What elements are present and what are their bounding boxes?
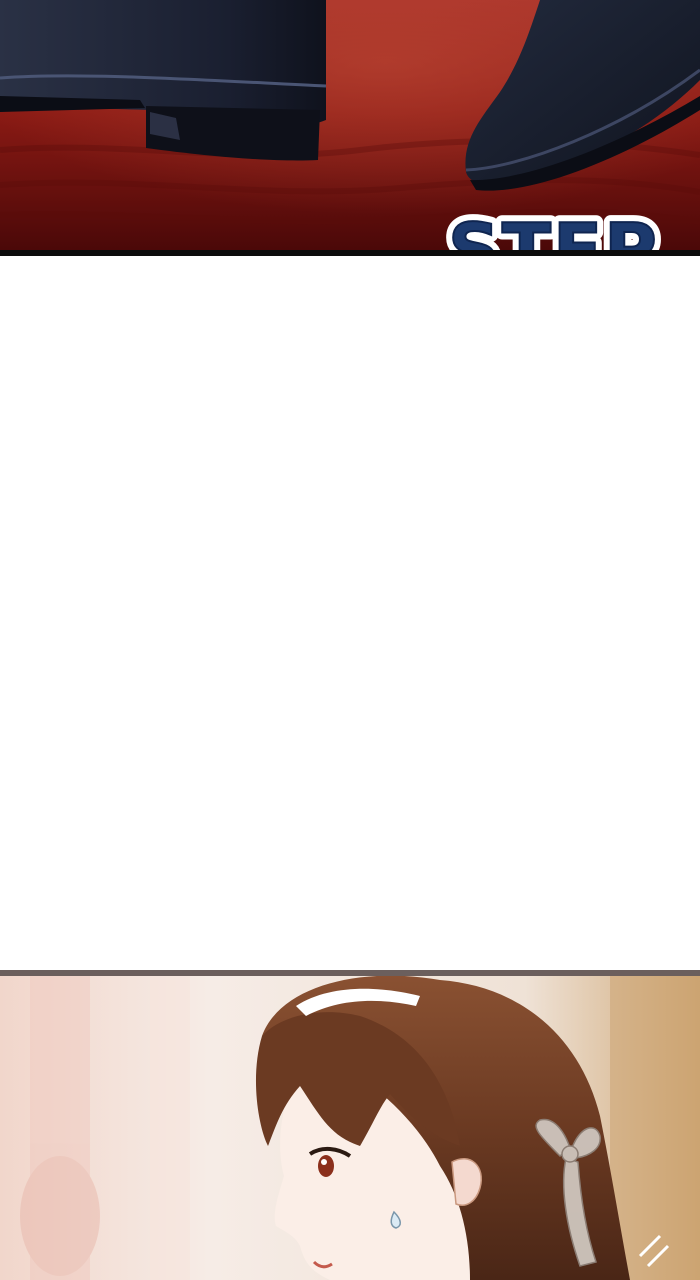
sfx-step-fill: STEP (448, 208, 659, 252)
top-panel-shoes-scene: STEP STEP (0, 0, 700, 252)
girl-illustration (0, 976, 700, 1280)
bottom-panel-girl-scene (0, 976, 700, 1280)
sfx-step-text: STEP STEP (441, 205, 664, 252)
panel-gutter (0, 256, 700, 970)
